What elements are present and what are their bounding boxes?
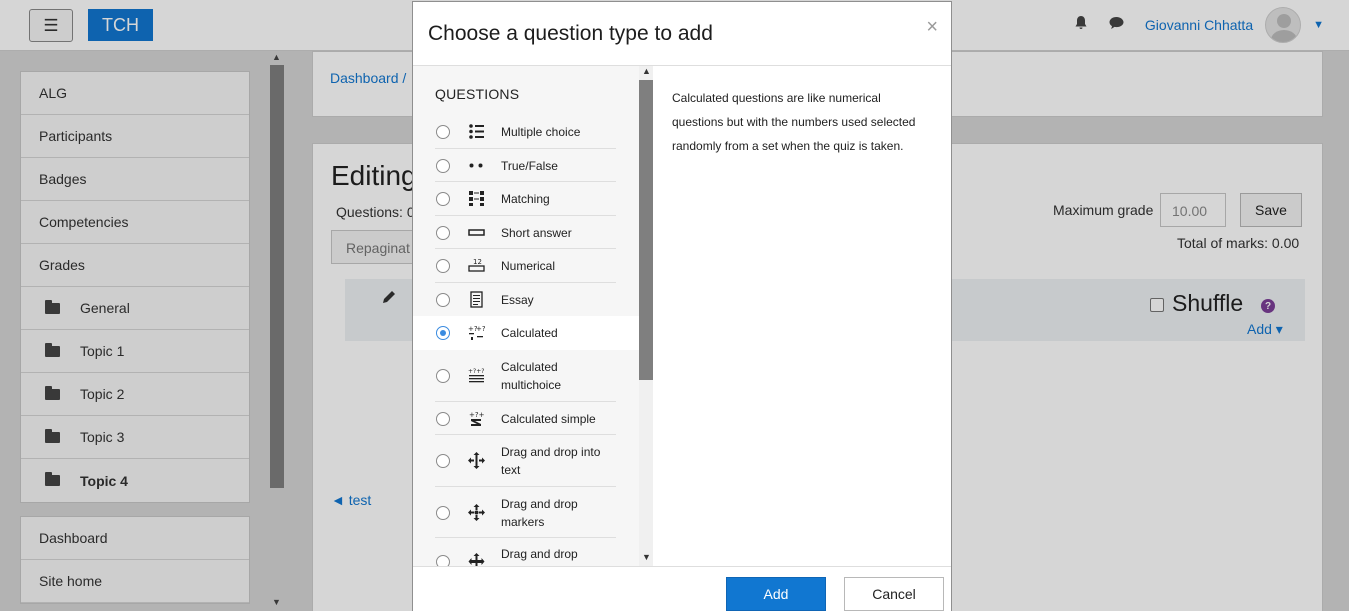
matching-icon <box>469 191 484 206</box>
radio-button[interactable] <box>436 369 450 383</box>
question-list-scrollbar[interactable]: ▲ ▼ <box>639 66 653 566</box>
question-type-option-calculated[interactable]: +? +? Calculated <box>413 316 639 350</box>
question-type-label: Short answer <box>501 226 572 240</box>
calculated-icon: +?+? <box>468 325 485 340</box>
radio-button[interactable] <box>436 226 450 240</box>
scrollbar-thumb[interactable] <box>639 80 653 380</box>
question-type-option-multiple-choice[interactable]: Multiple choice <box>413 115 639 149</box>
question-type-option-drag-drop-image[interactable]: Drag and drop <box>413 538 639 566</box>
radio-button[interactable] <box>436 412 450 426</box>
question-type-option-numerical[interactable]: 12 Numerical <box>413 249 639 283</box>
question-type-label: Essay <box>501 293 534 307</box>
question-type-label: Drag and drop markers <box>501 497 578 529</box>
cancel-button[interactable]: Cancel <box>844 577 944 611</box>
radio-button[interactable] <box>436 454 450 468</box>
modal-title: Choose a question type to add <box>428 22 713 45</box>
question-type-label: Drag and drop into text <box>501 445 601 477</box>
modal-header: Choose a question type to add × <box>413 2 951 66</box>
question-type-modal: Choose a question type to add × QUESTION… <box>412 1 952 611</box>
svg-text:12: 12 <box>473 258 482 266</box>
question-type-option-short-answer[interactable]: Short answer <box>413 216 639 249</box>
question-type-label: Matching <box>501 192 550 206</box>
calculated-simple-icon: +?+ <box>469 411 485 426</box>
drag-drop-markers-icon <box>468 504 485 521</box>
question-type-label: Numerical <box>501 259 556 273</box>
question-type-option-true-false[interactable]: True/False <box>413 149 639 182</box>
short-answer-icon <box>468 229 485 236</box>
question-type-label: Calculated <box>501 326 558 340</box>
scroll-up-icon[interactable]: ▲ <box>642 66 651 76</box>
scroll-down-icon[interactable]: ▼ <box>642 552 651 562</box>
question-type-option-drag-drop-markers[interactable]: Drag and drop markers <box>413 487 639 538</box>
radio-button[interactable] <box>436 293 450 307</box>
question-type-label: Calculated multichoice <box>501 360 562 392</box>
radio-button[interactable] <box>436 555 450 566</box>
add-button[interactable]: Add <box>726 577 826 611</box>
question-type-list: QUESTIONS Multiple choice True/False Mat… <box>413 66 653 566</box>
question-type-option-calculated-multichoice[interactable]: +?+? Calculated multichoice <box>413 350 639 402</box>
question-type-description: Calculated questions are like numerical … <box>672 91 916 153</box>
drag-drop-text-icon <box>468 452 485 469</box>
svg-text:+?+?: +?+? <box>468 368 484 375</box>
svg-text:+?: +? <box>476 325 485 333</box>
radio-button[interactable] <box>436 125 450 139</box>
close-icon[interactable]: × <box>926 16 938 39</box>
essay-icon <box>470 291 483 308</box>
question-type-option-essay[interactable]: Essay <box>413 283 639 316</box>
calculated-multichoice-icon: +?+? <box>468 368 484 383</box>
question-type-option-calculated-simple[interactable]: +?+ Calculated simple <box>413 402 639 435</box>
radio-button[interactable] <box>436 192 450 206</box>
numerical-icon: 12 <box>468 258 485 272</box>
drag-drop-image-icon <box>468 553 485 566</box>
modal-footer: Add Cancel <box>413 566 951 611</box>
radio-button[interactable] <box>436 159 450 173</box>
question-type-label: Drag and drop <box>501 547 578 561</box>
svg-text:+?+: +?+ <box>469 411 485 419</box>
true-false-icon <box>469 163 483 168</box>
questions-section-header: QUESTIONS <box>435 86 520 102</box>
question-type-option-matching[interactable]: Matching <box>413 182 639 216</box>
radio-button[interactable] <box>436 259 450 273</box>
question-type-option-drag-drop-text[interactable]: Drag and drop into text <box>413 435 639 487</box>
multiple-choice-icon <box>469 124 484 139</box>
question-type-label: Calculated simple <box>501 412 596 426</box>
radio-button-selected[interactable] <box>436 326 450 340</box>
question-type-label: Multiple choice <box>501 125 581 139</box>
question-type-label: True/False <box>501 159 558 173</box>
radio-button[interactable] <box>436 506 450 520</box>
